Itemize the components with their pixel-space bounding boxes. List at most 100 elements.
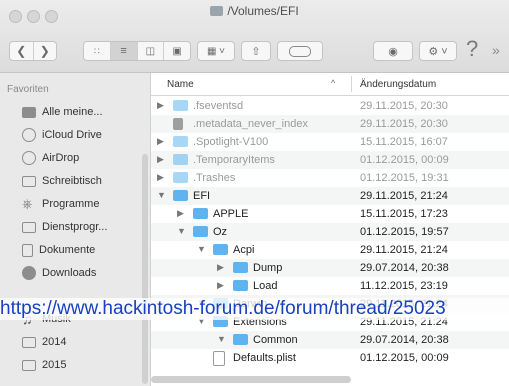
action-button[interactable]: ⚙ ˅ — [419, 41, 457, 61]
sidebar-item-applications[interactable]: ⎈ Programme — [22, 194, 99, 214]
row-name: .Trashes — [193, 172, 236, 184]
list-icon: ≡ — [120, 45, 127, 57]
folder-icon — [173, 190, 188, 201]
list-row[interactable]: ▶ .TemporaryItems 01.12.2015, 00:09 — [151, 151, 509, 169]
list-view-button[interactable]: ≡ — [110, 42, 138, 60]
sidebar-item-label: Programme — [42, 198, 100, 210]
share-button[interactable]: ⇧ — [241, 41, 271, 61]
list-row[interactable]: ▶ .Trashes 01.12.2015, 19:31 — [151, 169, 509, 187]
share-icon: ⇧ — [251, 45, 261, 58]
arrange-button[interactable]: ▦ ˅ — [197, 41, 235, 61]
list-row[interactable]: ▶ APPLE 15.11.2015, 17:23 — [151, 205, 509, 223]
disclosure-collapsed-icon[interactable]: ▶ — [217, 262, 224, 273]
sidebar-item-utilities[interactable]: Dienstprogr... — [22, 217, 107, 237]
row-name: Dump — [253, 262, 283, 274]
row-name: Load — [253, 280, 278, 292]
file-icon — [173, 118, 183, 130]
column-header-name[interactable]: Name — [167, 79, 194, 90]
disclosure-expanded-icon[interactable]: ▼ — [197, 244, 206, 254]
list-row[interactable]: ▶ Load 11.12.2015, 23:19 — [151, 277, 509, 295]
quicklook-button[interactable]: ◉ — [373, 41, 413, 61]
file-icon — [213, 351, 225, 366]
sidebar-item-2015[interactable]: 2015 — [22, 355, 66, 375]
row-date: 11.12.2015, 23:19 — [360, 280, 448, 292]
coverflow-view-button[interactable]: ▣ — [164, 42, 190, 60]
help-icon[interactable]: ? — [466, 36, 478, 62]
row-date: 01.12.2015, 19:57 — [360, 226, 449, 238]
tags-button[interactable] — [277, 41, 323, 61]
list-row[interactable]: Defaults.plist 01.12.2015, 00:09 — [151, 349, 509, 367]
disclosure-collapsed-icon[interactable]: ▶ — [157, 136, 164, 147]
grid-icon: ∷ — [94, 45, 100, 56]
arrange-icon: ▦ ˅ — [206, 45, 226, 57]
row-name: .metadata_never_index — [193, 118, 308, 130]
sidebar-item-documents[interactable]: Dokumente — [22, 240, 95, 260]
folder-icon — [22, 359, 36, 371]
folder-icon — [173, 154, 188, 165]
row-date: 29.11.2015, 21:24 — [360, 244, 448, 256]
window-title: /Volumes/EFI — [227, 4, 299, 18]
row-date: 29.07.2014, 20:38 — [360, 262, 449, 274]
sidebar-item-icloud-drive[interactable]: iCloud Drive — [22, 125, 102, 145]
sidebar-item-downloads[interactable]: Downloads — [22, 263, 96, 283]
disclosure-collapsed-icon[interactable]: ▶ — [177, 208, 184, 219]
row-date: 01.12.2015, 19:31 — [360, 172, 449, 184]
sidebar-item-all-files[interactable]: Alle meine... — [22, 102, 103, 122]
list-row[interactable]: ▶ .fseventsd 29.11.2015, 20:30 — [151, 97, 509, 115]
toolbar: /Volumes/EFI ❮ ❯ ∷ ≡ ◫ ▣ ▦ ˅ ⇧ ◉ ⚙ ˅ ? » — [0, 0, 509, 73]
folder-icon — [193, 208, 208, 219]
disclosure-collapsed-icon[interactable]: ▶ — [157, 100, 164, 111]
disclosure-expanded-icon[interactable]: ▼ — [157, 190, 166, 200]
sidebar-item-label: iCloud Drive — [42, 129, 102, 141]
sidebar-item-label: Schreibtisch — [42, 175, 102, 187]
forward-button[interactable]: ❯ — [34, 42, 57, 60]
view-mode-control: ∷ ≡ ◫ ▣ — [83, 41, 191, 61]
column-header-date[interactable]: Änderungsdatum — [360, 79, 436, 90]
list-row[interactable]: .metadata_never_index 29.11.2015, 20:30 — [151, 115, 509, 133]
row-name: .Spotlight-V100 — [193, 136, 269, 148]
row-date: 01.12.2015, 00:09 — [360, 352, 449, 364]
disclosure-collapsed-icon[interactable]: ▶ — [157, 154, 164, 165]
disclosure-expanded-icon[interactable]: ▼ — [177, 226, 186, 236]
folder-icon — [233, 280, 248, 291]
folder-icon — [173, 136, 188, 147]
list-row[interactable]: ▶ Dump 29.07.2014, 20:38 — [151, 259, 509, 277]
icon-view-button[interactable]: ∷ — [84, 42, 111, 60]
file-list: Name ^ Änderungsdatum ▶ .fseventsd 29.11.2… — [151, 73, 509, 386]
all-files-icon — [22, 106, 36, 118]
back-button[interactable]: ❮ — [10, 42, 34, 60]
list-row[interactable]: ▼ Common 29.07.2014, 20:38 — [151, 331, 509, 349]
row-name: Acpi — [233, 244, 255, 256]
sidebar-item-airdrop[interactable]: AirDrop — [22, 148, 79, 168]
row-date: 29.11.2015, 20:30 — [360, 118, 448, 130]
list-row[interactable]: ▼ EFI 29.11.2015, 21:24 — [151, 187, 509, 205]
disclosure-collapsed-icon[interactable]: ▶ — [217, 280, 224, 291]
desktop-icon — [22, 175, 36, 187]
sidebar-scrollbar[interactable] — [142, 154, 148, 384]
folder-icon — [22, 221, 36, 233]
disclosure-expanded-icon[interactable]: ▼ — [217, 334, 226, 344]
row-date: 01.12.2015, 00:09 — [360, 154, 449, 166]
folder-icon — [233, 262, 248, 273]
more-toolbar-icon[interactable]: » — [492, 42, 500, 58]
sidebar-item-desktop[interactable]: Schreibtisch — [22, 171, 102, 191]
column-view-button[interactable]: ◫ — [138, 42, 165, 60]
folder-icon — [22, 336, 36, 348]
columns-icon: ◫ — [145, 45, 156, 57]
row-date: 29.11.2015, 21:24 — [360, 190, 448, 202]
row-date: 15.11.2015, 16:07 — [360, 136, 448, 148]
list-row[interactable]: ▶ .Spotlight-V100 15.11.2015, 16:07 — [151, 133, 509, 151]
sidebar-item-label: Downloads — [42, 267, 97, 279]
disclosure-collapsed-icon[interactable]: ▶ — [157, 172, 164, 183]
list-row[interactable]: ▼ Oz 01.12.2015, 19:57 — [151, 223, 509, 241]
horizontal-scrollbar[interactable] — [151, 376, 351, 383]
sidebar-item-2014[interactable]: 2014 — [22, 332, 66, 352]
column-divider[interactable] — [351, 76, 352, 92]
folder-icon — [233, 334, 248, 345]
row-name: Oz — [213, 226, 228, 238]
row-date: 15.11.2015, 17:23 — [360, 208, 448, 220]
list-row[interactable]: ▼ Acpi 29.11.2015, 21:24 — [151, 241, 509, 259]
row-name: Common — [253, 334, 298, 346]
row-date: 29.07.2014, 20:38 — [360, 334, 449, 346]
row-date: 29.11.2015, 20:30 — [360, 100, 448, 112]
